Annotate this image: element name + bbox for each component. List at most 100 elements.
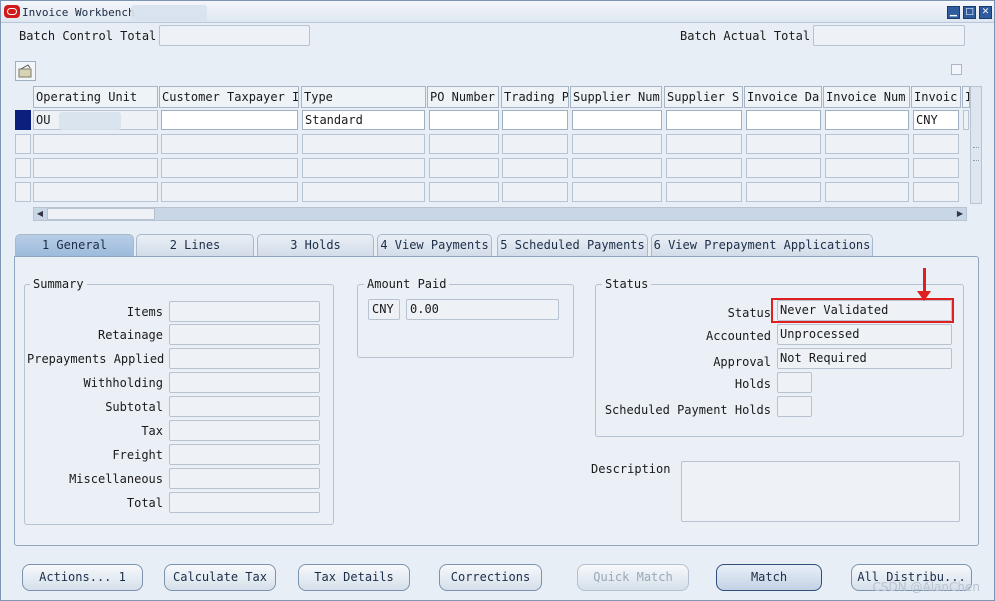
- scroll-right-icon[interactable]: ▶: [954, 208, 966, 220]
- col-more[interactable]: I: [962, 86, 970, 108]
- cell[interactable]: [825, 134, 909, 154]
- cell[interactable]: [572, 134, 662, 154]
- cell[interactable]: [746, 158, 821, 178]
- cell-more[interactable]: [963, 110, 969, 130]
- cell-supplier-site[interactable]: [666, 110, 742, 130]
- col-customer-taxpayer[interactable]: Customer Taxpayer I: [159, 86, 299, 108]
- cell[interactable]: [746, 182, 821, 202]
- cell[interactable]: [502, 134, 568, 154]
- cell[interactable]: [161, 182, 298, 202]
- col-invoice-num[interactable]: Invoice Num: [823, 86, 910, 108]
- vertical-scrollbar[interactable]: [970, 86, 982, 204]
- row-selector-active[interactable]: [15, 110, 31, 130]
- close-icon[interactable]: ✕: [979, 6, 992, 19]
- cell[interactable]: [666, 158, 742, 178]
- col-type[interactable]: Type: [301, 86, 426, 108]
- description-field[interactable]: [681, 461, 960, 522]
- cell-invoice-date[interactable]: [746, 110, 821, 130]
- col-supplier-num[interactable]: Supplier Num: [570, 86, 662, 108]
- tab-lines[interactable]: 2 Lines: [136, 234, 254, 256]
- cell-po-number[interactable]: [429, 110, 499, 130]
- redacted-area: [59, 112, 121, 130]
- row-selector[interactable]: [15, 134, 31, 154]
- corrections-button[interactable]: Corrections: [439, 564, 542, 591]
- col-operating-unit[interactable]: Operating Unit: [33, 86, 158, 108]
- cell[interactable]: [302, 158, 425, 178]
- batch-control-total-field[interactable]: [159, 25, 310, 46]
- col-po-number[interactable]: PO Number: [427, 86, 499, 108]
- select-all-checkbox[interactable]: [951, 64, 962, 75]
- tax-details-button[interactable]: Tax Details: [298, 564, 410, 591]
- col-supplier-site[interactable]: Supplier S: [664, 86, 743, 108]
- cell[interactable]: [429, 158, 499, 178]
- cell[interactable]: [666, 182, 742, 202]
- cell[interactable]: [502, 158, 568, 178]
- scroll-left-icon[interactable]: ◀: [34, 208, 46, 220]
- tab-general[interactable]: 1 General: [15, 234, 134, 256]
- subtotal-field[interactable]: [169, 396, 320, 417]
- holds-field[interactable]: [777, 372, 812, 393]
- freight-field[interactable]: [169, 444, 320, 465]
- cell[interactable]: [161, 134, 298, 154]
- row-selector[interactable]: [15, 158, 31, 178]
- cell-type[interactable]: Standard: [302, 110, 425, 130]
- freight-label: Freight: [112, 448, 163, 462]
- cell[interactable]: [572, 182, 662, 202]
- cell-customer-taxpayer[interactable]: [161, 110, 298, 130]
- cell[interactable]: [913, 182, 959, 202]
- scheduled-payment-holds-field[interactable]: [777, 396, 812, 417]
- col-invoice-currency[interactable]: Invoic: [911, 86, 961, 108]
- description-label: Description: [591, 462, 671, 476]
- withholding-field[interactable]: [169, 372, 320, 393]
- match-button[interactable]: Match: [716, 564, 822, 591]
- cell[interactable]: [825, 158, 909, 178]
- items-field[interactable]: [169, 301, 320, 322]
- tab-view-payments[interactable]: 4 View Payments: [377, 234, 492, 256]
- total-label: Total: [126, 496, 163, 510]
- cell[interactable]: [33, 182, 158, 202]
- cell[interactable]: [161, 158, 298, 178]
- retainage-field[interactable]: [169, 324, 320, 345]
- col-trading-partner[interactable]: Trading P: [501, 86, 569, 108]
- tab-view-prepayment-applications[interactable]: 6 View Prepayment Applications: [651, 234, 873, 256]
- miscellaneous-field[interactable]: [169, 468, 320, 489]
- cell[interactable]: [666, 134, 742, 154]
- cell[interactable]: [572, 158, 662, 178]
- amount-paid-value: 0.00: [410, 302, 439, 316]
- cell[interactable]: [302, 134, 425, 154]
- cell-supplier-num[interactable]: [572, 110, 662, 130]
- amount-paid-currency: CNY: [372, 302, 394, 316]
- cell[interactable]: [913, 134, 959, 154]
- batch-actual-total-field[interactable]: [813, 25, 965, 46]
- cell[interactable]: [502, 182, 568, 202]
- col-invoice-date[interactable]: Invoice Da: [744, 86, 822, 108]
- minimize-icon[interactable]: ▁: [947, 6, 960, 19]
- total-field[interactable]: [169, 492, 320, 513]
- folder-tools-icon[interactable]: [15, 61, 36, 81]
- actions-button[interactable]: Actions... 1: [22, 564, 143, 591]
- cell-invoice-num[interactable]: [825, 110, 909, 130]
- horizontal-scrollbar[interactable]: ◀ ▶: [33, 207, 967, 221]
- redacted-area: [131, 5, 207, 21]
- cell[interactable]: [429, 134, 499, 154]
- cell[interactable]: [429, 182, 499, 202]
- tab-holds[interactable]: 3 Holds: [257, 234, 374, 256]
- cell[interactable]: [746, 134, 821, 154]
- tax-field[interactable]: [169, 420, 320, 441]
- batch-control-total-label: Batch Control Total: [19, 29, 157, 43]
- quick-match-button[interactable]: Quick Match: [577, 564, 689, 591]
- prepayments-applied-label: Prepayments Applied: [27, 352, 165, 366]
- cell[interactable]: [825, 182, 909, 202]
- scroll-thumb[interactable]: [47, 208, 155, 220]
- cell[interactable]: [302, 182, 425, 202]
- cell-trading-partner[interactable]: [502, 110, 568, 130]
- cell[interactable]: [33, 134, 158, 154]
- maximize-icon[interactable]: □: [963, 6, 976, 19]
- cell-invoice-currency[interactable]: CNY: [913, 110, 959, 130]
- prepayments-applied-field[interactable]: [169, 348, 320, 369]
- row-selector[interactable]: [15, 182, 31, 202]
- tab-scheduled-payments[interactable]: 5 Scheduled Payments: [497, 234, 648, 256]
- cell[interactable]: [913, 158, 959, 178]
- cell[interactable]: [33, 158, 158, 178]
- calculate-tax-button[interactable]: Calculate Tax: [164, 564, 276, 591]
